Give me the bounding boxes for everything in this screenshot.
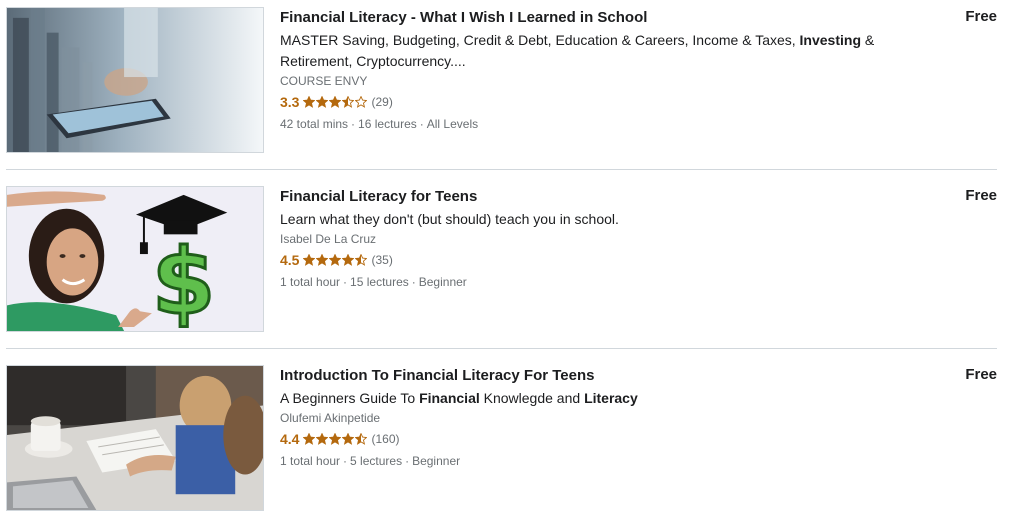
rating-row: 4.5 (35) [280, 251, 920, 269]
course-thumbnail[interactable] [6, 365, 264, 511]
headline-text: A Beginners Guide To [280, 390, 420, 406]
star-rating [303, 254, 368, 266]
headline-text-bold: Financial [419, 390, 480, 406]
course-title[interactable]: Financial Literacy for Teens [280, 187, 920, 207]
rating-number: 3.3 [280, 94, 300, 110]
rating-number: 4.5 [280, 252, 300, 268]
city-tablet-thumbnail-icon [7, 8, 263, 152]
total-length: 42 total mins [280, 117, 349, 131]
review-count: (160) [371, 432, 400, 446]
separator-dot: · [351, 117, 356, 131]
star-half-icon [355, 254, 368, 266]
separator-dot: · [343, 275, 348, 289]
star-empty-icon [355, 96, 368, 108]
course-price: Free [965, 366, 997, 383]
star-rating [303, 96, 368, 108]
separator-dot: · [343, 454, 348, 468]
svg-text:$: $ [152, 230, 216, 331]
review-count: (35) [371, 253, 393, 267]
headline-text-bold: Investing [799, 32, 862, 48]
course-info: Financial Literacy for Teens Learn what … [280, 186, 920, 290]
course-headline: A Beginners Guide To Financial Knowlegde… [280, 388, 920, 409]
course-card[interactable]: Introduction To Financial Literacy For T… [6, 365, 997, 511]
star-full-icon [329, 254, 342, 266]
star-rating [303, 433, 368, 445]
course-level: All Levels [426, 117, 479, 131]
star-full-icon [329, 433, 342, 445]
course-list: Financial Literacy - What I Wish I Learn… [0, 0, 1024, 523]
course-card[interactable]: Financial Literacy - What I Wish I Learn… [6, 7, 997, 153]
rating-row: 3.3 (29) [280, 93, 920, 111]
review-count: (29) [371, 95, 393, 109]
graduate-dollar-thumbnail-icon: $ [7, 187, 263, 331]
course-level: Beginner [412, 454, 461, 468]
headline-text: MASTER Saving, Budgeting, Credit & Debt,… [280, 32, 800, 48]
course-card[interactable]: $ Financial Literacy for Teens Learn wha… [6, 186, 997, 332]
course-info: Introduction To Financial Literacy For T… [280, 365, 920, 469]
star-full-icon [303, 433, 316, 445]
course-title[interactable]: Introduction To Financial Literacy For T… [280, 366, 920, 386]
star-full-icon [303, 254, 316, 266]
rating-row: 4.4 (160) [280, 430, 920, 448]
star-half-icon [355, 433, 368, 445]
headline-text-bold: Literacy [584, 390, 638, 406]
star-full-icon [329, 96, 342, 108]
lecture-count: 16 lectures [358, 117, 417, 131]
course-title[interactable]: Financial Literacy - What I Wish I Learn… [280, 8, 920, 28]
course-headline: MASTER Saving, Budgeting, Credit & Debt,… [280, 30, 920, 72]
lecture-count: 5 lectures [350, 454, 403, 468]
star-full-icon [342, 254, 355, 266]
separator-dot: · [411, 275, 416, 289]
course-price: Free [965, 8, 997, 25]
total-length: 1 total hour [280, 454, 341, 468]
headline-text: Knowlegde and [479, 390, 585, 406]
star-half-icon [342, 96, 355, 108]
course-meta: 42 total mins · 16 lectures · All Levels [280, 116, 920, 132]
course-meta: 1 total hour · 15 lectures · Beginner [280, 274, 920, 290]
course-info: Financial Literacy - What I Wish I Learn… [280, 7, 920, 132]
star-full-icon [342, 433, 355, 445]
rating-number: 4.4 [280, 431, 300, 447]
course-headline: Learn what they don't (but should) teach… [280, 209, 920, 230]
divider [6, 169, 997, 170]
course-meta: 1 total hour · 5 lectures · Beginner [280, 453, 920, 469]
star-full-icon [316, 254, 329, 266]
separator-dot: · [419, 117, 424, 131]
star-full-icon [316, 433, 329, 445]
divider [6, 348, 997, 349]
course-thumbnail[interactable] [6, 7, 264, 153]
star-full-icon [303, 96, 316, 108]
separator-dot: · [405, 454, 410, 468]
instructor-name: Olufemi Akinpetide [280, 411, 381, 425]
instructor-name: COURSE ENVY [280, 74, 368, 88]
course-level: Beginner [418, 275, 467, 289]
desk-study-thumbnail-icon [7, 366, 263, 510]
headline-text: Learn what they don't (but should) teach… [280, 211, 619, 227]
lecture-count: 15 lectures [350, 275, 409, 289]
total-length: 1 total hour [280, 275, 341, 289]
instructor-name: Isabel De La Cruz [280, 232, 377, 246]
star-full-icon [316, 96, 329, 108]
course-price: Free [965, 187, 997, 204]
course-thumbnail[interactable]: $ [6, 186, 264, 332]
